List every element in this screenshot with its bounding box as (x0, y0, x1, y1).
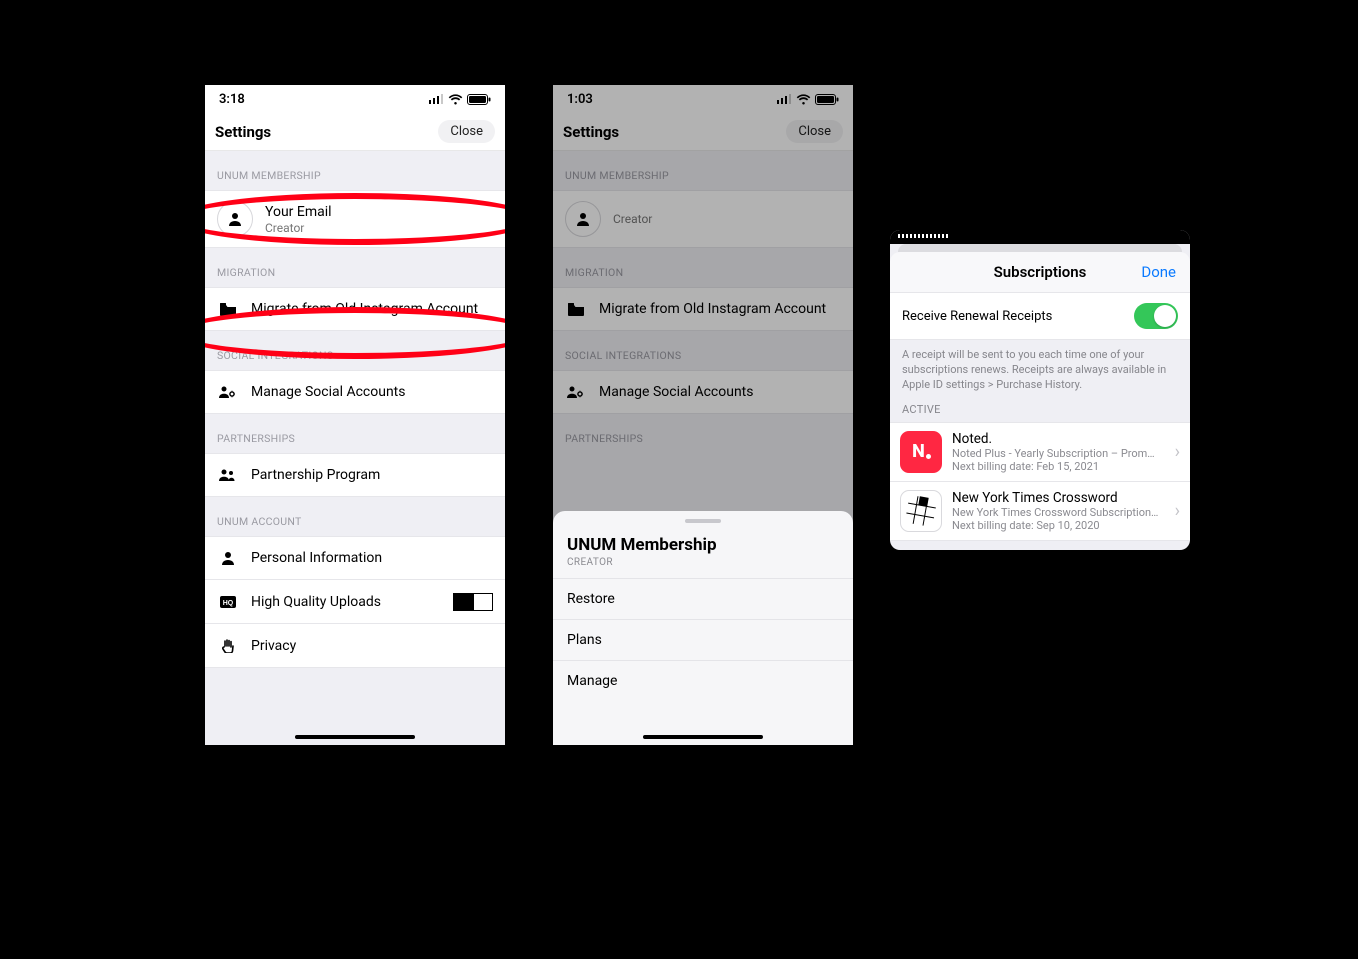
section-header-migration: MIGRATION (553, 248, 853, 287)
avatar-icon (565, 201, 601, 237)
sheet-item-plans[interactable]: Plans (553, 619, 853, 660)
battery-icon (815, 94, 839, 105)
chevron-right-icon: › (1175, 441, 1180, 462)
social-label: Manage Social Accounts (599, 384, 754, 400)
section-header-membership: UNUM MEMBERSHIP (553, 151, 853, 190)
wifi-icon (448, 94, 463, 105)
membership-row[interactable]: Creator (553, 190, 853, 248)
migrate-row[interactable]: Migrate from Old Instagram Account (553, 287, 853, 331)
status-icons (429, 94, 491, 105)
cellular-icon (429, 94, 444, 104)
item-desc: Noted Plus - Yearly Subscription – Prom… (952, 447, 1180, 460)
hand-icon (217, 639, 239, 653)
section-header-membership: UNUM MEMBERSHIP (205, 151, 505, 190)
item-next: Next billing date: Feb 15, 2021 (952, 460, 1180, 473)
section-header-migration: MIGRATION (205, 248, 505, 287)
subscription-item-noted[interactable]: N Noted. Noted Plus - Yearly Subscriptio… (890, 422, 1190, 481)
status-bar: 3:18 (205, 85, 505, 113)
sheet-behind-card (898, 244, 1182, 252)
hq-row[interactable]: HQ High Quality Uploads (205, 580, 505, 624)
users-icon (217, 468, 239, 482)
receipts-label: Receive Renewal Receipts (902, 309, 1052, 324)
close-button[interactable]: Close (438, 120, 495, 143)
close-button[interactable]: Close (786, 120, 843, 143)
social-row[interactable]: Manage Social Accounts (553, 370, 853, 414)
users-gear-icon (565, 385, 587, 399)
migrate-label: Migrate from Old Instagram Account (599, 301, 826, 317)
annotation-oval-migrate (205, 307, 505, 359)
nav-bar: Settings Close (553, 113, 853, 151)
home-indicator[interactable] (295, 735, 415, 739)
partnership-label: Partnership Program (251, 467, 380, 483)
section-header-partnerships: PARTNERSHIPS (553, 414, 853, 453)
membership-texts: Creator (613, 212, 652, 226)
tier-label: Creator (613, 212, 652, 226)
status-bar: 1:03 (553, 85, 853, 113)
cellular-icon (777, 94, 792, 104)
sheet-item-manage[interactable]: Manage (553, 660, 853, 701)
item-title: Noted. (952, 431, 1180, 447)
home-indicator[interactable] (643, 735, 763, 739)
receipts-row[interactable]: Receive Renewal Receipts (890, 292, 1190, 340)
phone-settings-2: 1:03 Settings Close UNUM MEMBERSHIP Crea… (553, 85, 853, 745)
battery-icon (467, 94, 491, 105)
nav-bar: Settings Close (205, 113, 505, 151)
item-next: Next billing date: Sep 10, 2020 (952, 519, 1180, 532)
wifi-icon (796, 94, 811, 105)
done-button[interactable]: Done (1141, 263, 1176, 281)
section-header-account: UNUM ACCOUNT (205, 497, 505, 536)
status-icons (777, 94, 839, 105)
membership-sheet: UNUM Membership CREATOR Restore Plans Ma… (553, 511, 853, 745)
list-item-texts: New York Times Crossword New York Times … (952, 490, 1180, 532)
partnership-row[interactable]: Partnership Program (205, 453, 505, 497)
chevron-right-icon: › (1175, 500, 1180, 521)
sheet-title: UNUM Membership (553, 531, 853, 557)
svg-text:HQ: HQ (223, 600, 234, 607)
personal-row[interactable]: Personal Information (205, 536, 505, 580)
status-bar-mini (890, 230, 1190, 244)
subscription-item-nyt[interactable]: New York Times Crossword New York Times … (890, 481, 1190, 541)
noted-app-icon: N (900, 431, 942, 473)
annotation-oval-email (205, 193, 505, 245)
social-label: Manage Social Accounts (251, 384, 406, 400)
privacy-label: Privacy (251, 638, 296, 654)
item-title: New York Times Crossword (952, 490, 1180, 506)
nyt-app-icon (900, 490, 942, 532)
receipts-note: A receipt will be sent to you each time … (890, 340, 1190, 403)
sheet-item-restore[interactable]: Restore (553, 578, 853, 619)
hq-label: High Quality Uploads (251, 594, 381, 610)
folder-icon (565, 302, 587, 316)
hd-icon: HQ (217, 596, 239, 608)
subs-title: Subscriptions (994, 263, 1087, 281)
sheet-grabber[interactable] (685, 519, 721, 523)
personal-label: Personal Information (251, 550, 382, 566)
section-header-partnerships: PARTNERSHIPS (205, 414, 505, 453)
person-icon (217, 551, 239, 565)
section-header-social: SOCIAL INTEGRATIONS (553, 331, 853, 370)
status-time: 3:18 (219, 92, 245, 107)
receipts-toggle[interactable] (1134, 303, 1178, 329)
social-row[interactable]: Manage Social Accounts (205, 370, 505, 414)
person-icon (575, 211, 591, 227)
status-time: 1:03 (567, 92, 593, 107)
item-desc: New York Times Crossword Subscription… (952, 506, 1180, 519)
privacy-row[interactable]: Privacy (205, 624, 505, 668)
active-header: ACTIVE (890, 403, 1190, 422)
hq-toggle[interactable] (453, 593, 493, 611)
page-title: Settings (215, 123, 271, 141)
subscriptions-card: Subscriptions Done Receive Renewal Recei… (890, 230, 1190, 550)
sheet-subtitle: CREATOR (553, 557, 853, 578)
users-gear-icon (217, 385, 239, 399)
page-title: Settings (563, 123, 619, 141)
phone-settings-1: 3:18 Settings Close UNUM MEMBERSHIP Your… (205, 85, 505, 745)
subs-header: Subscriptions Done (890, 252, 1190, 292)
list-item-texts: Noted. Noted Plus - Yearly Subscription … (952, 431, 1180, 473)
